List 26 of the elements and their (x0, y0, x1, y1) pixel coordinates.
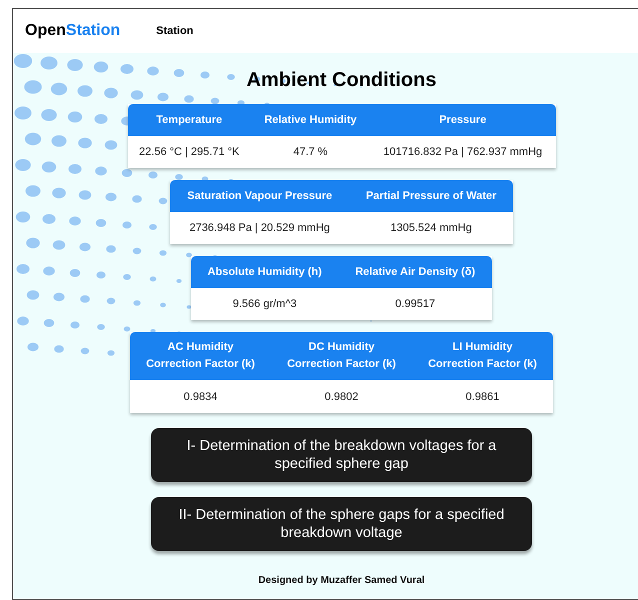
column-header: Relative Air Density (δ) (338, 256, 492, 288)
page-title: Ambient Conditions (246, 69, 436, 92)
table-cell: 101716.832 Pa | 762.937 mmHg (370, 136, 556, 168)
action-button[interactable]: I- Determination of the breakdown voltages for a specified sphere gap (151, 428, 532, 482)
table-cell: 0.9861 (412, 380, 553, 413)
table-cell: 0.9802 (271, 380, 412, 413)
table-cell: 0.99517 (338, 288, 492, 320)
footer-credit: Designed by Muzaffer Samed Vural (258, 575, 425, 586)
table-cell: 0.9834 (130, 380, 271, 413)
action-button[interactable]: II- Determination of the sphere gaps for a specified breakdown voltage (151, 497, 532, 551)
column-header: Temperature (128, 104, 251, 136)
column-header: Pressure (370, 104, 556, 136)
table-cell: 47.7 % (250, 136, 370, 168)
column-header: Partial Pressure of Water (349, 180, 513, 212)
nav-link[interactable]: Station (156, 25, 194, 37)
table-cell: 1305.524 mmHg (349, 212, 513, 244)
column-header: AC Humidity Correction Factor (k) (130, 332, 271, 380)
column-header: Saturation Vapour Pressure (170, 180, 350, 212)
column-header: Relative Humidity (250, 104, 370, 136)
column-header: Absolute Humidity (h) (191, 256, 338, 288)
column-header: DC Humidity Correction Factor (k) (271, 332, 412, 380)
table-cell: 22.56 °C | 295.71 °K (128, 136, 251, 168)
brand-logo[interactable]: OpenStation (25, 22, 120, 40)
table-cell: 2736.948 Pa | 20.529 mmHg (170, 212, 350, 244)
column-header: LI Humidity Correction Factor (k) (412, 332, 553, 380)
table-cell: 9.566 gr/m^3 (191, 288, 338, 320)
